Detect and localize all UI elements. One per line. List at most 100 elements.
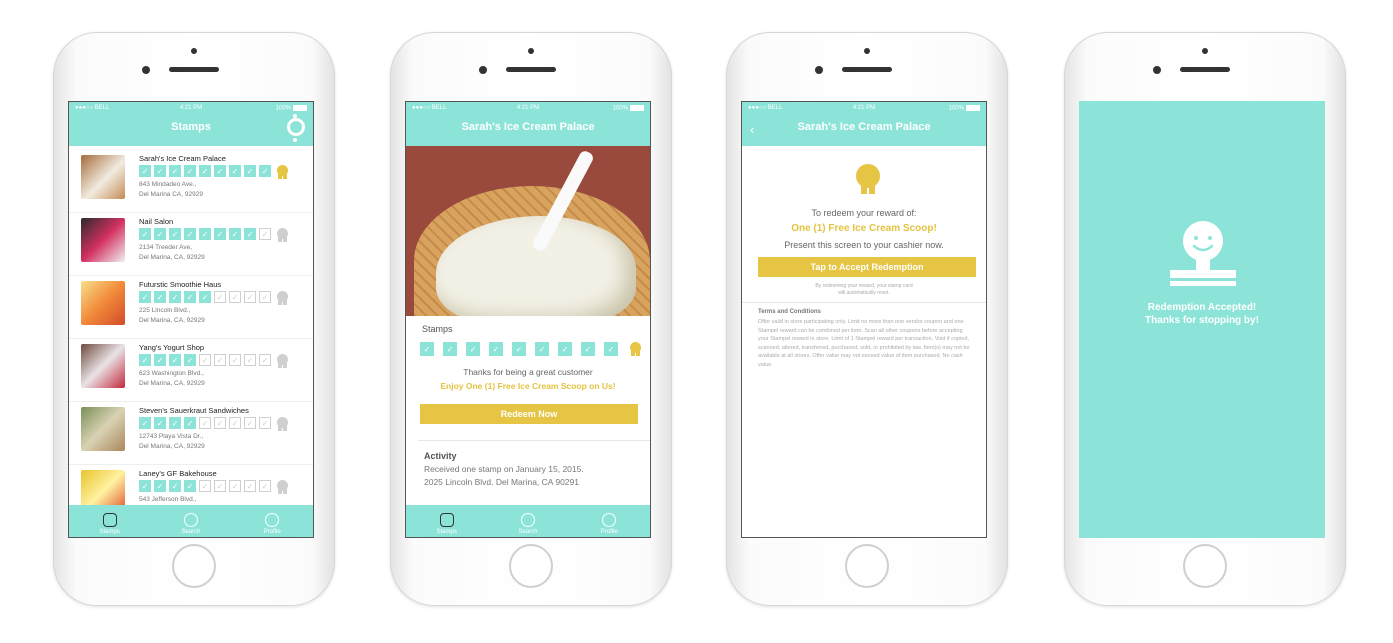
tab-bar: Stamps Search Profile (406, 505, 650, 537)
stamp-filled: ✓ (139, 417, 151, 429)
store-list-item[interactable]: Nail Salon ✓ ✓ ✓ ✓ ✓ ✓ ✓ ✓ ✓ 2134 Treeder Ave, Del … (69, 212, 313, 276)
stamp-filled: ✓ (184, 417, 196, 429)
stamp-filled: ✓ (244, 228, 256, 240)
stamp-filled: ✓ (169, 417, 181, 429)
store-list-item[interactable]: Steven's Sauerkraut Sandwiches ✓ ✓ ✓ ✓ ✓ ✓ ✓ ✓ ✓ 1… (69, 401, 313, 465)
stamp-filled: ✓ (184, 354, 196, 366)
stamp-row: ✓ ✓ ✓ ✓ ✓ ✓ ✓ ✓ ✓ (139, 480, 288, 494)
store-address: 623 Washington Blvd., Del Marina, CA, 929… (139, 369, 205, 389)
status-bar: ●●●○○ BELL 4:21 PM 100% (69, 102, 313, 114)
earpiece-speaker (169, 67, 219, 72)
navigation-bar: ●●●○○ BELL 4:21 PM 100% Sarah's Ice Crea… (406, 102, 650, 146)
home-button[interactable] (845, 544, 889, 588)
stamp-empty: ✓ (244, 417, 256, 429)
navigation-bar: ●●●○○ BELL 4:21 PM 100% ‹ Sarah's Ice Cr… (742, 102, 986, 146)
terms-body: Offer valid in store participating only.… (758, 319, 970, 368)
award-ribbon-icon (277, 480, 288, 494)
stamp-filled: ✓ (443, 342, 457, 356)
stamp-filled: ✓ (154, 165, 166, 177)
tab-search[interactable]: Search (508, 513, 548, 535)
home-button[interactable] (172, 544, 216, 588)
tab-profile[interactable]: Profile (252, 513, 292, 535)
stamp-filled: ✓ (489, 342, 503, 356)
stamp-empty: ✓ (229, 291, 241, 303)
store-list-item[interactable]: Yang's Yogurt Shop ✓ ✓ ✓ ✓ ✓ ✓ ✓ ✓ ✓ 623 Washingto… (69, 338, 313, 402)
stamp-filled: ✓ (214, 165, 226, 177)
activity-heading: Activity (424, 451, 457, 461)
store-thumbnail (81, 344, 125, 388)
page-title: Sarah's Ice Cream Palace (461, 121, 595, 133)
tab-profile[interactable]: Profile (589, 513, 629, 535)
earpiece-speaker (842, 67, 892, 72)
store-list-item[interactable]: Futurstic Smoothie Haus ✓ ✓ ✓ ✓ ✓ ✓ ✓ ✓ ✓ 225 Linc… (69, 275, 313, 339)
stamp-empty: ✓ (199, 417, 211, 429)
store-address: 225 Lincoln Blvd., Del Marina, CA, 92929 (139, 306, 205, 326)
stamp-icon (439, 513, 454, 527)
front-camera (142, 66, 150, 74)
address-line-1: 2134 Treeder Ave, (139, 244, 193, 251)
store-list-item[interactable]: Sarah's Ice Cream Palace ✓ ✓ ✓ ✓ ✓ ✓ ✓ ✓ ✓ 843 Min… (69, 149, 313, 213)
accepted-screen: Redemption Accepted! Thanks for stopping… (1079, 101, 1325, 538)
award-ribbon-icon (630, 342, 641, 356)
stamp-filled: ✓ (535, 342, 549, 356)
proximity-sensor (528, 48, 534, 54)
front-camera (815, 66, 823, 74)
clock-label: 4:21 PM (179, 105, 203, 111)
stamp-filled: ✓ (139, 228, 151, 240)
stamp-row: ✓ ✓ ✓ ✓ ✓ ✓ ✓ ✓ ✓ (420, 342, 641, 356)
store-name: Steven's Sauerkraut Sandwiches (139, 406, 249, 415)
stamp-row: ✓ ✓ ✓ ✓ ✓ ✓ ✓ ✓ ✓ (139, 291, 288, 305)
award-ribbon-icon (277, 165, 288, 179)
store-address: 843 Mindadeo Ave., Del Marina CA, 92929 (139, 180, 203, 200)
store-name: Futurstic Smoothie Haus (139, 280, 222, 289)
stamp-filled: ✓ (139, 291, 151, 303)
stamp-filled: ✓ (214, 228, 226, 240)
stamp-filled: ✓ (184, 480, 196, 492)
stamp-filled: ✓ (184, 228, 196, 240)
redeem-now-button[interactable]: Redeem Now (420, 404, 638, 424)
earpiece-speaker (1180, 67, 1230, 72)
present-instruction: Present this screen to your cashier now. (784, 240, 944, 250)
stamp-row: ✓ ✓ ✓ ✓ ✓ ✓ ✓ ✓ ✓ (139, 417, 288, 431)
reset-note-line-1: By redeeming your reward, your stamp car… (815, 283, 913, 289)
redeem-instruction: To redeem your reward of: (811, 208, 917, 218)
award-ribbon-icon (277, 291, 288, 305)
stamp-filled: ✓ (420, 342, 434, 356)
stamp-empty: ✓ (259, 480, 271, 492)
page-title: Stamps (171, 121, 211, 133)
stamp-filled: ✓ (229, 228, 241, 240)
proximity-sensor (864, 48, 870, 54)
stamp-empty: ✓ (259, 291, 271, 303)
tab-search[interactable]: Search (171, 513, 211, 535)
earpiece-speaker (506, 67, 556, 72)
stamps-heading: Stamps (422, 324, 453, 334)
stamp-filled: ✓ (139, 354, 151, 366)
stamp-filled: ✓ (154, 417, 166, 429)
award-ribbon-icon (277, 354, 288, 368)
gear-icon[interactable] (287, 114, 305, 142)
stamp-filled: ✓ (139, 480, 151, 492)
phone-frame: ●●●○○ BELL 4:21 PM 100% Stamps Sarah's I… (53, 32, 335, 606)
stamp-filled: ✓ (169, 165, 181, 177)
clock-label: 4:21 PM (852, 105, 876, 111)
stamp-empty: ✓ (244, 480, 256, 492)
search-icon (183, 513, 198, 527)
redeem-screen: ●●●○○ BELL 4:21 PM 100% ‹ Sarah's Ice Cr… (741, 101, 987, 538)
stamp-filled: ✓ (199, 291, 211, 303)
stamp-filled: ✓ (199, 165, 211, 177)
stamp-row: ✓ ✓ ✓ ✓ ✓ ✓ ✓ ✓ ✓ (139, 228, 288, 242)
stamp-empty: ✓ (259, 228, 271, 240)
stamp-filled: ✓ (169, 354, 181, 366)
tab-stamps[interactable]: Stamps (90, 513, 130, 535)
ice-cream-photo (406, 146, 650, 316)
tab-stamps[interactable]: Stamps (427, 513, 467, 535)
accept-redemption-button[interactable]: Tap to Accept Redemption (758, 257, 976, 277)
home-button[interactable] (509, 544, 553, 588)
store-name: Laney's GF Bakehouse (139, 469, 217, 478)
stamp-filled: ✓ (512, 342, 526, 356)
stamp-filled: ✓ (604, 342, 618, 356)
store-address: 543 Jefferson Blvd., (139, 495, 196, 505)
clock-label: 4:21 PM (516, 105, 540, 111)
address-line-2: Del Marina, CA, 92929 (139, 380, 205, 387)
home-button[interactable] (1183, 544, 1227, 588)
